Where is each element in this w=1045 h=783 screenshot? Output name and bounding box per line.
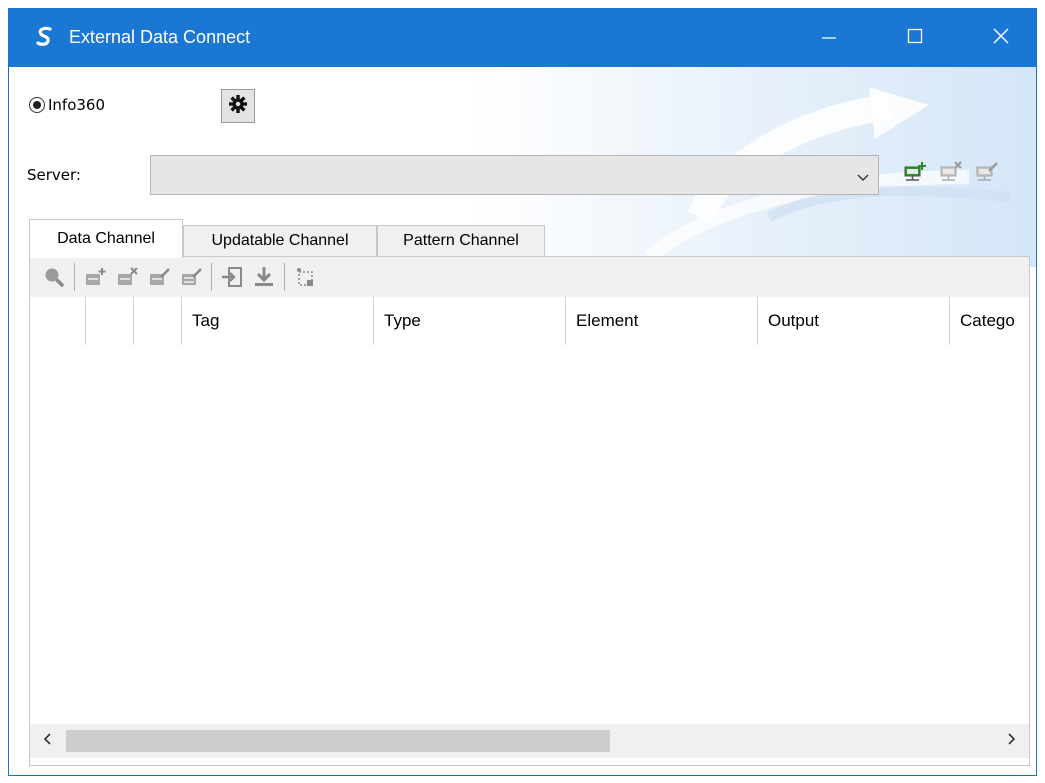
column-header-category[interactable]: Catego [950,297,1029,345]
tab-label: Updatable Channel [211,232,349,249]
column-header-blank-1[interactable] [30,297,86,345]
close-button[interactable] [975,9,1027,67]
window-title: External Data Connect [69,27,251,47]
toolbar-separator [284,263,285,291]
minimize-icon [821,28,837,49]
toolbar-separator [74,263,75,291]
search-icon[interactable] [43,266,65,288]
server-toolbar [903,161,999,183]
external-data-connect-window: External Data Connect Info360 Server: Da… [8,8,1037,776]
column-header-element[interactable]: Element [566,297,758,345]
close-icon [993,28,1009,49]
radio-label: Info360 [48,96,106,114]
info360-radio[interactable]: Info360 [29,96,105,114]
gear-icon [228,94,248,119]
column-header-label: Tag [192,311,220,330]
column-header-label: Element [576,311,639,330]
tab-label: Pattern Channel [403,232,519,249]
delete-row-icon[interactable] [116,266,138,288]
maximize-button[interactable] [889,9,941,67]
edit-server-icon[interactable] [975,161,999,183]
horizontal-scrollbar[interactable] [30,724,1029,758]
pattern-icon[interactable] [294,266,316,288]
edit-row-icon[interactable] [148,266,170,288]
data-channel-panel: Tag Type Element Output Catego [29,256,1030,766]
server-dropdown[interactable] [150,155,879,195]
tab-updatable-channel[interactable]: Updatable Channel [183,225,377,257]
column-header-tag[interactable]: Tag [182,297,374,345]
app-s-logo-icon [35,26,55,48]
column-header-blank-2[interactable] [86,297,134,345]
minimize-button[interactable] [803,9,855,67]
channel-toolbar [30,257,1029,297]
chevron-left-icon [42,732,52,751]
scroll-left-button[interactable] [30,724,64,758]
radio-button[interactable] [29,97,45,113]
tab-pattern-channel[interactable]: Pattern Channel [377,225,545,257]
tab-label: Data Channel [57,230,155,247]
scroll-right-button[interactable] [995,724,1029,758]
scrollbar-thumb[interactable] [66,730,610,752]
chevron-right-icon [1007,732,1017,751]
server-label: Server: [27,166,81,184]
add-server-icon[interactable] [903,161,927,183]
title-bar: External Data Connect [9,9,1036,67]
column-header-label: Type [384,311,421,330]
download-icon[interactable] [253,266,275,288]
delete-server-icon[interactable] [939,161,963,183]
add-row-icon[interactable] [84,266,106,288]
import-icon[interactable] [221,266,243,288]
grid-body [30,345,1029,713]
maximize-icon [907,28,923,49]
column-header-blank-3[interactable] [134,297,182,345]
radio-selected-dot [33,101,41,109]
tab-data-channel[interactable]: Data Channel [29,219,183,258]
chevron-down-icon [856,170,870,188]
edit-multiple-icon[interactable] [180,266,202,288]
column-header-label: Catego [960,311,1015,330]
column-header-label: Output [768,311,820,330]
column-header-type[interactable]: Type [374,297,566,345]
grid-header: Tag Type Element Output Catego [30,297,1029,345]
toolbar-separator [211,263,212,291]
column-header-output[interactable]: Output [758,297,950,345]
settings-button[interactable] [221,89,255,123]
